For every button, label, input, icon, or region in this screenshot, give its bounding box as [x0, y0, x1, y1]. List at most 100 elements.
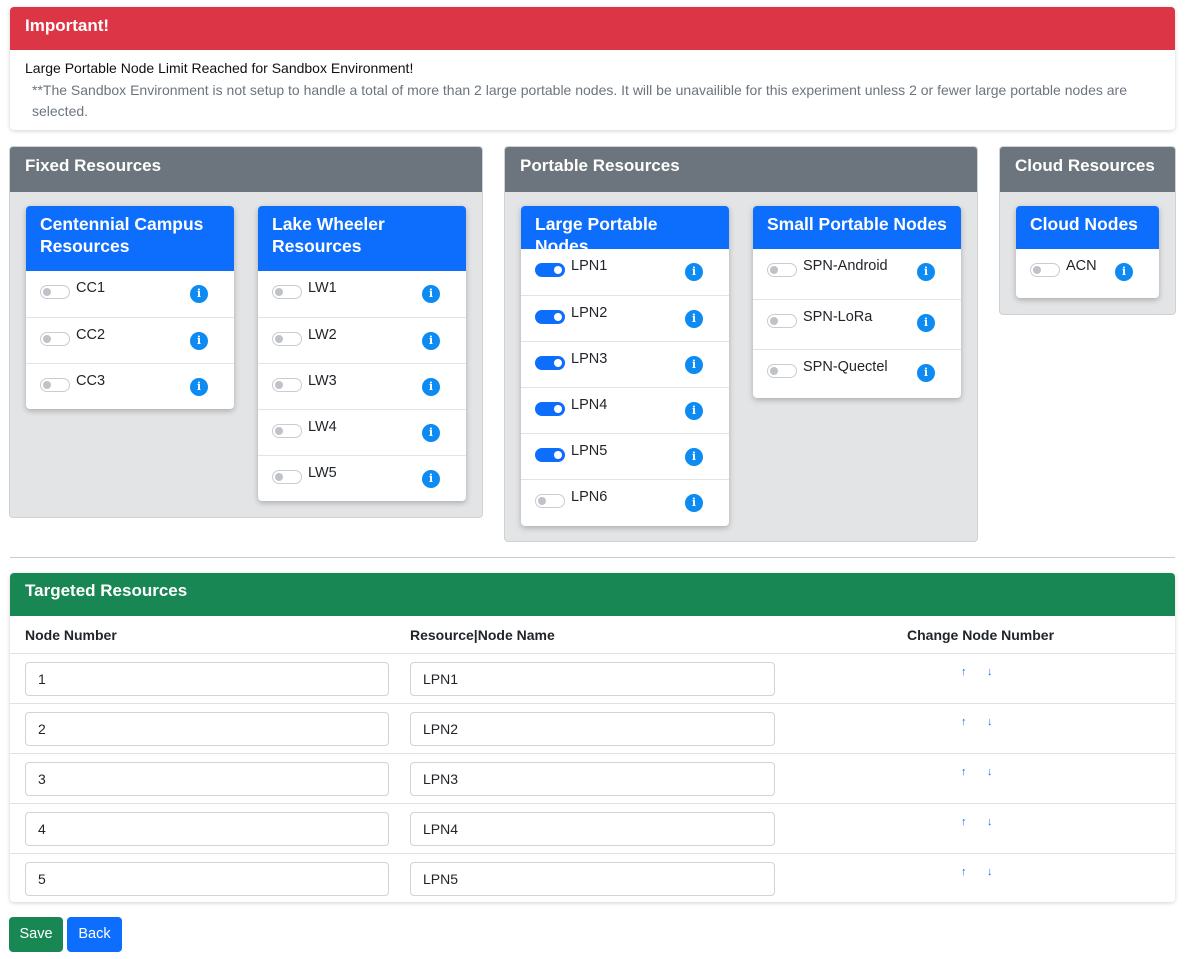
cloud-nodes-card: Cloud Nodes ACN i — [1016, 206, 1159, 298]
node-number-input[interactable]: 2 — [25, 712, 389, 746]
node-number-input[interactable]: 1 — [25, 662, 389, 696]
toggle-knob — [43, 381, 51, 389]
info-icon[interactable]: i — [685, 402, 703, 420]
node-name: LW5 — [308, 465, 337, 481]
node-toggle-lw4[interactable] — [272, 424, 302, 438]
info-icon[interactable]: i — [685, 356, 703, 374]
node-name: LPN5 — [571, 443, 608, 459]
info-icon[interactable]: i — [422, 378, 440, 396]
node-name: LPN3 — [571, 351, 608, 367]
node-toggle-lpn5[interactable] — [535, 448, 565, 462]
move-down-icon[interactable]: ↓ — [987, 766, 993, 778]
info-icon[interactable]: i — [917, 314, 935, 332]
toggle-knob — [770, 266, 778, 274]
move-down-icon[interactable]: ↓ — [987, 716, 993, 728]
cloud-nodes-title: Cloud Nodes — [1016, 206, 1159, 249]
toggle-knob — [538, 497, 546, 505]
node-toggle-cc2[interactable] — [40, 332, 70, 346]
node-name-input[interactable]: LPN1 — [410, 662, 775, 696]
node-number-input[interactable]: 4 — [25, 812, 389, 846]
node-name: LW4 — [308, 419, 337, 435]
info-icon[interactable]: i — [1115, 263, 1133, 281]
fixed-resources-title: Fixed Resources — [10, 147, 482, 192]
node-name: CC1 — [76, 280, 106, 296]
node-row-lw4: LW4 i — [258, 409, 466, 455]
node-toggle-acn[interactable] — [1030, 263, 1060, 277]
move-down-icon[interactable]: ↓ — [987, 866, 993, 878]
info-icon[interactable]: i — [685, 263, 703, 281]
node-toggle-spn-android[interactable] — [767, 263, 797, 277]
node-toggle-spn-quectel[interactable] — [767, 364, 797, 378]
info-icon[interactable]: i — [685, 448, 703, 466]
info-icon[interactable]: i — [685, 494, 703, 512]
portable-resources-title: Portable Resources — [505, 147, 977, 192]
info-icon[interactable]: i — [190, 332, 208, 350]
move-up-icon[interactable]: ↑ — [961, 766, 967, 778]
back-button[interactable]: Back — [67, 917, 122, 952]
node-row-lpn1: LPN1 i — [521, 249, 729, 295]
info-icon[interactable]: i — [917, 263, 935, 281]
node-row-lw5: LW5 i — [258, 455, 466, 501]
info-icon[interactable]: i — [422, 332, 440, 350]
node-toggle-lpn3[interactable] — [535, 356, 565, 370]
toggle-knob — [43, 288, 51, 296]
info-icon[interactable]: i — [917, 364, 935, 382]
node-toggle-lw3[interactable] — [272, 378, 302, 392]
move-down-icon[interactable]: ↓ — [987, 666, 993, 678]
small-portable-title: Small Portable Nodes — [753, 206, 961, 249]
node-toggle-lw2[interactable] — [272, 332, 302, 346]
node-row-lpn5: LPN5 i — [521, 433, 729, 479]
node-toggle-lw5[interactable] — [272, 470, 302, 484]
cloud-node-list: ACN i — [1016, 249, 1159, 295]
node-name: LW1 — [308, 280, 337, 296]
node-number-input[interactable]: 5 — [25, 862, 389, 896]
move-up-icon[interactable]: ↑ — [961, 816, 967, 828]
node-toggle-cc1[interactable] — [40, 285, 70, 299]
node-name-input[interactable]: LPN4 — [410, 812, 775, 846]
move-up-icon[interactable]: ↑ — [961, 866, 967, 878]
large-portable-node-list: LPN1 i LPN2 i LPN3 i LPN4 i LPN5 i LPN6 i — [521, 249, 729, 525]
node-toggle-lpn6[interactable] — [535, 494, 565, 508]
toggle-knob — [554, 313, 562, 321]
node-name-input[interactable]: LPN2 — [410, 712, 775, 746]
info-icon[interactable]: i — [422, 285, 440, 303]
node-row-lw1: LW1 i — [258, 271, 466, 317]
node-row-lw3: LW3 i — [258, 363, 466, 409]
node-toggle-lpn1[interactable] — [535, 263, 565, 277]
node-toggle-lpn4[interactable] — [535, 402, 565, 416]
node-name: LPN1 — [571, 258, 608, 274]
node-row-spn-quectel: SPN-Quectel i — [753, 349, 961, 398]
info-icon[interactable]: i — [190, 285, 208, 303]
node-number-input[interactable]: 3 — [25, 762, 389, 796]
table-row: 4 LPN4 ↑ ↓ — [10, 803, 1175, 853]
info-icon[interactable]: i — [190, 378, 208, 396]
node-toggle-spn-lora[interactable] — [767, 314, 797, 328]
node-toggle-lpn2[interactable] — [535, 310, 565, 324]
node-name-input[interactable]: LPN5 — [410, 862, 775, 896]
node-toggle-lw1[interactable] — [272, 285, 302, 299]
node-toggle-cc3[interactable] — [40, 378, 70, 392]
node-row-lpn3: LPN3 i — [521, 341, 729, 387]
toggle-knob — [554, 359, 562, 367]
node-row-cc2: CC2 i — [26, 317, 234, 363]
toggle-knob — [554, 405, 562, 413]
info-icon[interactable]: i — [422, 424, 440, 442]
move-down-icon[interactable]: ↓ — [987, 816, 993, 828]
info-icon[interactable]: i — [422, 470, 440, 488]
lake-wheeler-node-list: LW1 i LW2 i LW3 i LW4 i LW5 i — [258, 271, 466, 501]
toggle-knob — [770, 367, 778, 375]
large-portable-card: Large Portable Nodes LPN1 i LPN2 i LPN3 i LPN4… — [521, 206, 729, 526]
table-row: 2 LPN2 ↑ ↓ — [10, 703, 1175, 753]
info-icon[interactable]: i — [685, 310, 703, 328]
node-row-lpn2: LPN2 i — [521, 295, 729, 341]
move-up-icon[interactable]: ↑ — [961, 716, 967, 728]
toggle-knob — [554, 451, 562, 459]
toggle-knob — [275, 473, 283, 481]
node-row-lpn6: LPN6 i — [521, 479, 729, 525]
node-name: CC2 — [76, 327, 106, 343]
move-up-icon[interactable]: ↑ — [961, 666, 967, 678]
node-row-spn-lora: SPN-LoRa i — [753, 299, 961, 349]
save-button[interactable]: Save — [9, 917, 63, 952]
centennial-campus-title: Centennial Campus Resources — [26, 206, 234, 271]
node-name-input[interactable]: LPN3 — [410, 762, 775, 796]
